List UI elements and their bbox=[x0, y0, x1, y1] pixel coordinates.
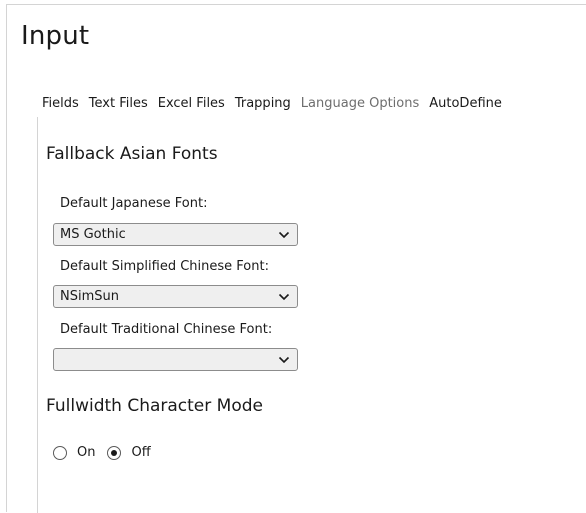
traditional-chinese-font-select[interactable] bbox=[53, 348, 298, 371]
fullwidth-off-radio[interactable]: Off bbox=[107, 445, 151, 460]
radio-unchecked-icon bbox=[53, 445, 67, 460]
fullwidth-off-label: Off bbox=[131, 445, 151, 460]
tab-fields[interactable]: Fields bbox=[37, 89, 84, 117]
japanese-font-label: Default Japanese Font: bbox=[60, 196, 208, 211]
tab-language-options[interactable]: Language Options bbox=[295, 89, 425, 117]
tab-text-files[interactable]: Text Files bbox=[84, 89, 153, 117]
fullwidth-mode-heading: Fullwidth Character Mode bbox=[46, 396, 263, 416]
language-options-panel: Fallback Asian Fonts Default Japanese Fo… bbox=[37, 117, 586, 513]
simplified-chinese-font-select[interactable]: NSimSun bbox=[53, 285, 298, 308]
fullwidth-on-radio[interactable]: On bbox=[53, 445, 95, 460]
tab-trapping[interactable]: Trapping bbox=[230, 89, 296, 117]
simplified-chinese-font-value: NSimSun bbox=[60, 289, 119, 304]
input-options-window: Input Fields Text Files Excel Files Trap… bbox=[6, 4, 586, 513]
tab-autodefine[interactable]: AutoDefine bbox=[424, 89, 507, 117]
chevron-down-icon bbox=[275, 226, 293, 244]
fullwidth-on-label: On bbox=[77, 445, 96, 460]
chevron-down-icon bbox=[275, 288, 293, 306]
fallback-fonts-heading: Fallback Asian Fonts bbox=[46, 144, 218, 164]
simplified-chinese-font-label: Default Simplified Chinese Font: bbox=[60, 259, 269, 274]
fullwidth-mode-radio-group: On Off bbox=[53, 445, 163, 460]
japanese-font-value: MS Gothic bbox=[60, 227, 126, 242]
tab-excel-files[interactable]: Excel Files bbox=[153, 89, 230, 117]
tab-bar: Fields Text Files Excel Files Trapping L… bbox=[37, 89, 507, 118]
chevron-down-icon bbox=[275, 351, 293, 369]
japanese-font-select[interactable]: MS Gothic bbox=[53, 223, 298, 246]
page-title: Input bbox=[21, 21, 90, 51]
traditional-chinese-font-label: Default Traditional Chinese Font: bbox=[60, 322, 273, 337]
radio-checked-icon bbox=[107, 445, 122, 460]
